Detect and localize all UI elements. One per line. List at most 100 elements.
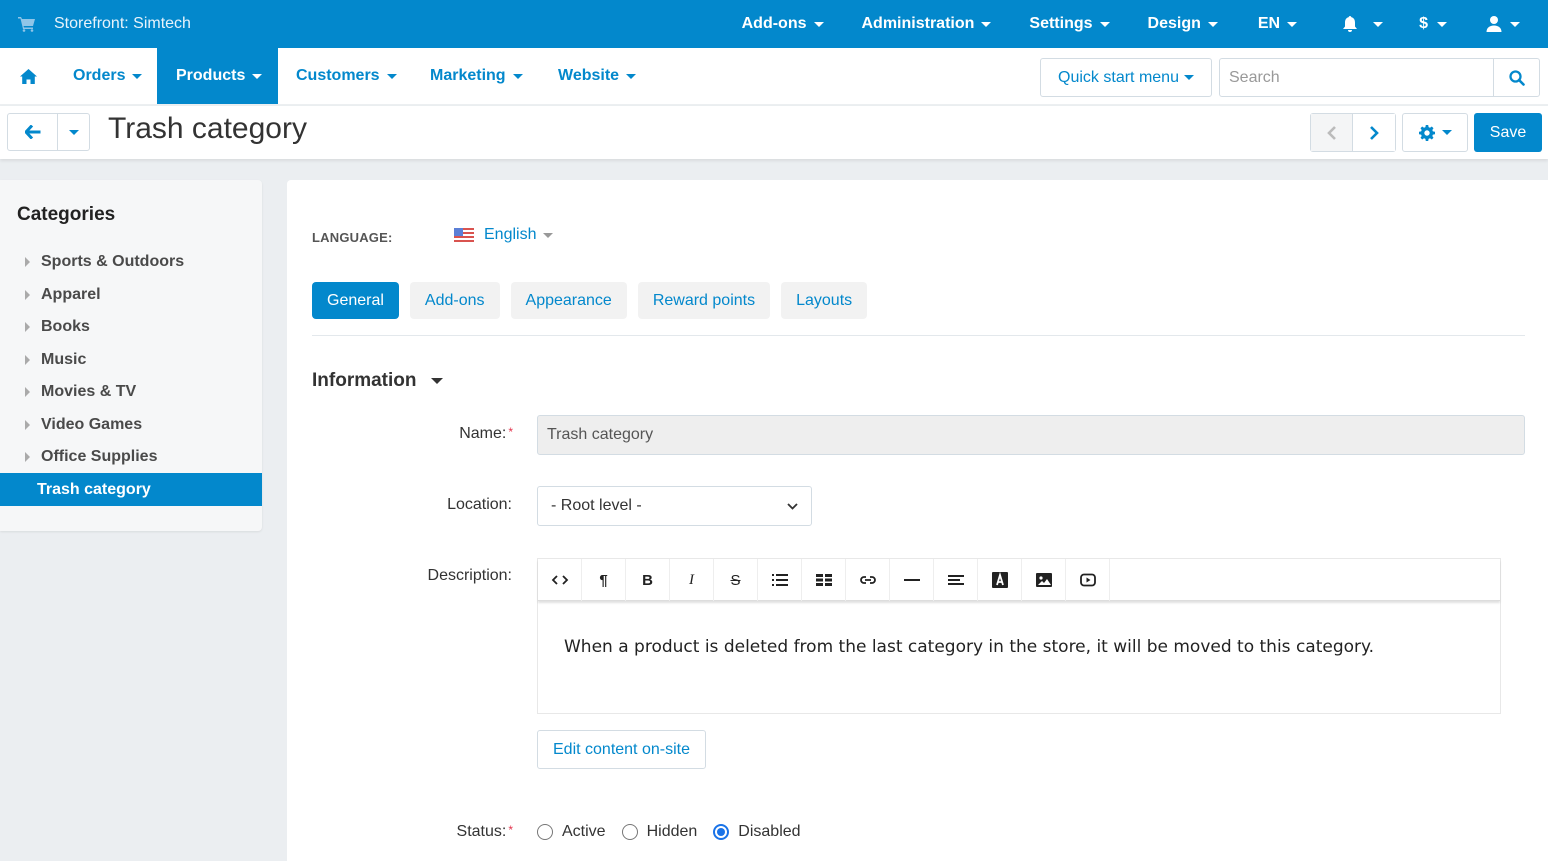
save-button[interactable]: Save (1474, 113, 1542, 152)
location-label: Location: (447, 496, 512, 513)
expand-arrow-icon[interactable] (25, 321, 30, 332)
category-item[interactable]: Books (0, 310, 262, 343)
category-item[interactable]: Sports & Outdoors (0, 245, 262, 278)
horizontal-rule-button[interactable] (890, 559, 934, 601)
status-hidden-radio[interactable]: Hidden (621, 823, 698, 841)
category-label: Movies & TV (41, 382, 137, 400)
tab-addons[interactable]: Add-ons (409, 282, 500, 319)
align-icon (947, 575, 964, 585)
paragraph-button[interactable]: ¶ (582, 559, 626, 601)
caret-down-icon (626, 73, 637, 79)
nav-marketing-label: Marketing (430, 67, 506, 84)
expand-arrow-icon[interactable] (25, 354, 30, 365)
category-item[interactable]: Video Games (0, 408, 262, 441)
required-asterisk: * (508, 823, 513, 837)
category-item[interactable]: Apparel (0, 278, 262, 311)
search-input[interactable] (1220, 59, 1493, 96)
information-section-toggle[interactable]: Information (312, 370, 443, 392)
code-view-button[interactable] (538, 559, 582, 601)
topnav-language[interactable]: EN (1257, 15, 1298, 33)
category-item[interactable]: Music (0, 343, 262, 376)
home-icon (19, 68, 37, 84)
status-active-radio[interactable]: Active (537, 823, 606, 841)
next-button[interactable] (1353, 114, 1395, 151)
topnav-currency[interactable]: $ (1419, 15, 1447, 33)
location-select[interactable]: - Root level - (537, 486, 812, 526)
tab-reward-points[interactable]: Reward points (637, 282, 771, 319)
nav-customers[interactable]: Customers (296, 48, 397, 104)
topnav-settings[interactable]: Settings (1029, 15, 1110, 33)
home-link[interactable] (0, 48, 56, 104)
description-content[interactable]: When a product is deleted from the last … (538, 601, 1500, 693)
status-active-label: Active (562, 823, 606, 840)
status-hidden-label: Hidden (646, 823, 698, 840)
tab-general[interactable]: General (312, 282, 399, 319)
radio-circle-checked[interactable] (713, 824, 730, 840)
chevron-right-icon (1370, 125, 1379, 140)
text-color-button[interactable] (978, 559, 1022, 601)
caret-down-icon (1207, 21, 1218, 27)
caret-down-icon (1287, 21, 1298, 27)
settings-dropdown-button[interactable] (1402, 113, 1468, 152)
expand-arrow-icon[interactable] (25, 386, 30, 397)
image-icon (1035, 573, 1052, 587)
user-icon (1486, 16, 1502, 32)
expand-arrow-icon[interactable] (25, 451, 30, 462)
link-button[interactable] (846, 559, 890, 601)
language-selector[interactable]: English (454, 226, 554, 244)
strikethrough-button[interactable]: S (714, 559, 758, 601)
topnav-notifications[interactable] (1341, 15, 1384, 33)
storefront-selector[interactable]: Storefront: Simtech (18, 0, 191, 48)
expand-arrow-icon[interactable] (25, 419, 30, 430)
category-item[interactable]: Movies & TV (0, 375, 262, 408)
category-label: Office Supplies (41, 447, 158, 465)
topnav-account[interactable] (1485, 15, 1520, 33)
nav-marketing[interactable]: Marketing (430, 48, 523, 104)
back-button[interactable] (8, 114, 58, 150)
bell-icon (1343, 16, 1358, 32)
caret-down-icon (1183, 75, 1194, 80)
category-label: Music (41, 350, 87, 368)
bold-button[interactable]: B (626, 559, 670, 601)
status-disabled-radio[interactable]: Disabled (713, 823, 801, 841)
caret-down-icon (386, 73, 397, 79)
list-button[interactable] (758, 559, 802, 601)
strikethrough-icon: S (730, 571, 741, 589)
topnav-language-label: EN (1257, 15, 1281, 32)
expand-arrow-icon[interactable] (25, 289, 30, 300)
nav-products-label: Products (176, 67, 246, 84)
table-button[interactable] (802, 559, 846, 601)
quick-start-menu-button[interactable]: Quick start menu (1040, 58, 1212, 97)
topnav-administration[interactable]: Administration (862, 15, 992, 33)
topnav-design[interactable]: Design (1148, 15, 1218, 33)
topnav-addons[interactable]: Add-ons (742, 15, 824, 33)
search-button[interactable] (1493, 59, 1539, 96)
radio-circle[interactable] (537, 824, 553, 840)
edit-content-on-site-button[interactable]: Edit content on-site (537, 730, 706, 769)
description-label: Description: (427, 567, 512, 584)
history-dropdown[interactable] (58, 114, 89, 150)
nav-website[interactable]: Website (558, 48, 637, 104)
italic-button[interactable]: I (670, 559, 714, 601)
category-editor-panel: LANGUAGE: English General Add-ons Appear… (287, 180, 1548, 861)
caret-down-icon (1441, 130, 1452, 135)
category-item[interactable]: Office Supplies (0, 440, 262, 473)
video-button[interactable] (1066, 559, 1110, 601)
radio-circle[interactable] (621, 824, 638, 840)
image-button[interactable] (1022, 559, 1066, 601)
category-item-active[interactable]: Trash category (0, 473, 262, 506)
location-value: - Root level - (551, 497, 642, 514)
align-button[interactable] (934, 559, 978, 601)
status-label: Status: * (427, 823, 513, 841)
nav-products[interactable]: Products (157, 48, 278, 104)
tab-layouts[interactable]: Layouts (781, 282, 868, 319)
prev-button[interactable] (1311, 114, 1353, 151)
nav-orders[interactable]: Orders (73, 48, 143, 104)
name-label-text: Name: (459, 425, 507, 442)
expand-arrow-icon[interactable] (25, 256, 30, 267)
horizontal-rule-icon (903, 579, 920, 581)
description-editor: ¶ B I S When a product is deleted from t… (537, 558, 1501, 714)
nav-customers-label: Customers (296, 67, 380, 84)
name-input[interactable] (537, 415, 1525, 455)
tab-appearance[interactable]: Appearance (510, 282, 627, 319)
